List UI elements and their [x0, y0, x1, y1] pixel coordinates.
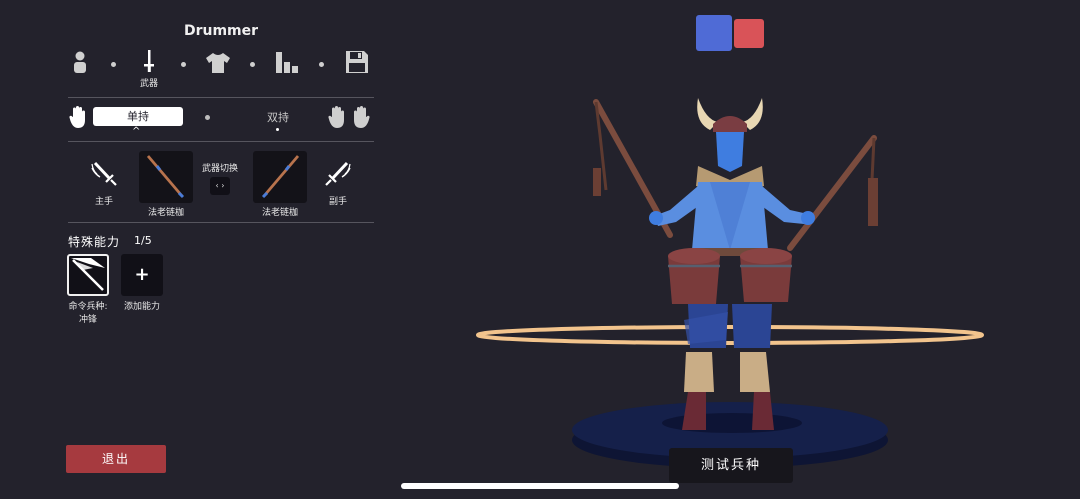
- dual-hands-icon: [328, 106, 370, 128]
- off-hand-label: 副手: [328, 197, 347, 207]
- add-ability-button[interactable]: +: [121, 254, 163, 296]
- home-indicator[interactable]: [401, 483, 679, 489]
- off-weapon-slot[interactable]: [253, 151, 307, 203]
- grip-selector: 单持 ^ 双持: [68, 100, 374, 137]
- section-divider: [68, 97, 374, 98]
- single-hand-icon: [69, 106, 85, 128]
- sword-swing-icon: [325, 161, 351, 186]
- tab-separator-dot: [181, 62, 186, 67]
- save-icon: [346, 51, 368, 73]
- unit-preview-scene[interactable]: [470, 90, 990, 480]
- tab-save[interactable]: [342, 50, 372, 90]
- sword-swing-icon: [91, 161, 117, 186]
- grip-single-button[interactable]: 单持: [93, 107, 183, 126]
- main-hand-slot[interactable]: 主手: [86, 160, 122, 207]
- unit-name-title: Drummer: [183, 23, 259, 39]
- tab-weapon-label: 武器: [139, 79, 158, 89]
- command-charge-icon: [71, 258, 105, 291]
- section-divider: [68, 141, 374, 142]
- tab-separator-dot: [250, 62, 255, 67]
- test-unit-button[interactable]: 测试兵种: [669, 448, 793, 483]
- off-weapon-label: 法老链枷: [261, 208, 298, 218]
- weapon-section: 主手 法老链枷 武器切换 ‹ › 法老链枷 副手: [68, 146, 374, 218]
- main-weapon-slot[interactable]: [139, 151, 193, 203]
- grip-separator-dot: [205, 115, 210, 120]
- weapon-swap-button[interactable]: ‹ ›: [210, 177, 230, 195]
- preview-ring: [476, 325, 984, 345]
- grip-dual-indicator-dot: [276, 128, 279, 131]
- main-hand-label: 主手: [94, 197, 113, 207]
- exit-button[interactable]: 退出: [66, 445, 166, 473]
- team-blue-swatch[interactable]: [696, 15, 732, 51]
- tab-separator-dot: [111, 62, 116, 67]
- flail-weapon-icon: [261, 155, 300, 199]
- add-ability-label: 添加能力: [123, 302, 160, 312]
- editor-tabbar: 武器: [68, 50, 374, 90]
- abilities-header: 特殊能力: [68, 235, 121, 249]
- person-icon: [74, 51, 86, 73]
- tab-stats[interactable]: [272, 50, 302, 90]
- weapon-swap-title: 武器切换: [201, 164, 238, 174]
- ability-label-line2: 冲锋: [78, 315, 97, 325]
- section-divider: [68, 222, 374, 223]
- ability-slot-command-charge[interactable]: [67, 254, 109, 296]
- ability-label-command-charge: 命令兵种: 冲锋: [58, 301, 118, 327]
- sword-icon: [144, 50, 154, 72]
- tab-weapon[interactable]: 武器: [134, 50, 164, 90]
- ability-label-line1: 命令兵种:: [68, 302, 108, 312]
- selected-caret-icon: ^: [132, 126, 141, 137]
- off-hand-slot[interactable]: 副手: [320, 160, 356, 207]
- main-weapon-label: 法老链枷: [147, 208, 184, 218]
- tab-clothing[interactable]: [203, 50, 233, 90]
- bar-chart-icon: [276, 52, 298, 73]
- team-red-swatch[interactable]: [734, 19, 764, 48]
- drummer-unit-model: [593, 98, 878, 430]
- grip-dual-button[interactable]: 双持: [253, 109, 303, 125]
- abilities-count: 1/5: [134, 234, 152, 247]
- flail-weapon-icon: [146, 155, 185, 199]
- shirt-icon: [206, 53, 230, 73]
- unit-editor-panel: Drummer 武器 单持 ^ 双持 主手 法老链枷 武器切换 ‹ › 法老链枷…: [0, 0, 390, 499]
- tab-body[interactable]: [65, 50, 95, 90]
- tab-separator-dot: [319, 62, 324, 67]
